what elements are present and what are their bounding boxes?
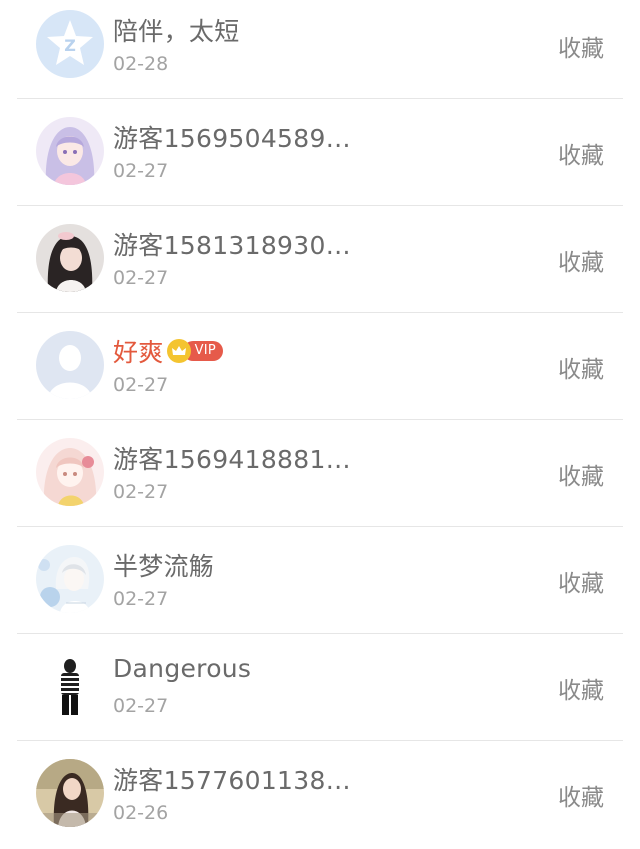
user-name[interactable]: 游客1569504589… bbox=[113, 119, 351, 155]
date-label: 02-27 bbox=[113, 160, 169, 182]
list-item[interactable]: Dangerous 02-27 收藏 bbox=[0, 634, 640, 741]
user-name-vip[interactable]: 好爽 VIP bbox=[113, 333, 224, 369]
list-item[interactable]: 半梦流觞 02-27 收藏 bbox=[0, 527, 640, 634]
list-item[interactable]: 游客1577601138… 02-26 收藏 bbox=[0, 741, 640, 848]
user-name[interactable]: 游客1577601138… bbox=[113, 761, 351, 797]
anime-boy-avatar-icon[interactable] bbox=[36, 545, 104, 613]
list-item[interactable]: 游客1569504589… 02-27 收藏 bbox=[0, 99, 640, 206]
user-name[interactable]: 游客1569418881… bbox=[113, 440, 351, 476]
anime-girl-avatar-icon[interactable] bbox=[36, 117, 104, 185]
user-name[interactable]: 游客1581318930… bbox=[113, 226, 351, 262]
user-list: Z 陪伴，太短 02-28 收藏 游客1569504589… 02-27 收藏 bbox=[0, 0, 640, 848]
date-label: 02-27 bbox=[113, 695, 169, 717]
favorite-button[interactable]: 收藏 bbox=[558, 564, 604, 598]
qq-star-avatar-icon[interactable]: Z bbox=[36, 10, 104, 78]
date-label: 02-26 bbox=[113, 802, 169, 824]
vip-badge: VIP bbox=[166, 339, 224, 363]
list-item[interactable]: 好爽 VIP 02-27 收藏 bbox=[0, 313, 640, 420]
girl-outdoor-avatar-icon[interactable] bbox=[36, 759, 104, 827]
crown-icon bbox=[166, 339, 191, 363]
list-item[interactable]: 游客1569418881… 02-27 收藏 bbox=[0, 420, 640, 527]
date-label: 02-28 bbox=[113, 53, 169, 75]
favorite-button[interactable]: 收藏 bbox=[558, 350, 604, 384]
girl-photo-avatar-icon[interactable] bbox=[36, 224, 104, 292]
favorite-button[interactable]: 收藏 bbox=[558, 243, 604, 277]
favorite-button[interactable]: 收藏 bbox=[558, 671, 604, 705]
list-item[interactable]: Z 陪伴，太短 02-28 收藏 bbox=[0, 0, 640, 99]
user-name[interactable]: 好爽 bbox=[113, 333, 164, 369]
default-person-avatar-icon[interactable] bbox=[36, 331, 104, 399]
date-label: 02-27 bbox=[113, 588, 169, 610]
svg-text:Z: Z bbox=[64, 36, 76, 55]
date-label: 02-27 bbox=[113, 374, 169, 396]
favorite-button[interactable]: 收藏 bbox=[558, 29, 604, 63]
user-name[interactable]: 半梦流觞 bbox=[113, 547, 214, 583]
favorite-button[interactable]: 收藏 bbox=[558, 457, 604, 491]
date-label: 02-27 bbox=[113, 481, 169, 503]
list-item[interactable]: 游客1581318930… 02-27 收藏 bbox=[0, 206, 640, 313]
favorite-button[interactable]: 收藏 bbox=[558, 778, 604, 812]
anime-girl-pink-avatar-icon[interactable] bbox=[36, 438, 104, 506]
favorite-button[interactable]: 收藏 bbox=[558, 136, 604, 170]
date-label: 02-27 bbox=[113, 267, 169, 289]
striped-figure-avatar-icon[interactable] bbox=[36, 652, 104, 720]
user-name[interactable]: Dangerous bbox=[113, 654, 251, 683]
user-name[interactable]: 陪伴，太短 bbox=[113, 12, 240, 48]
